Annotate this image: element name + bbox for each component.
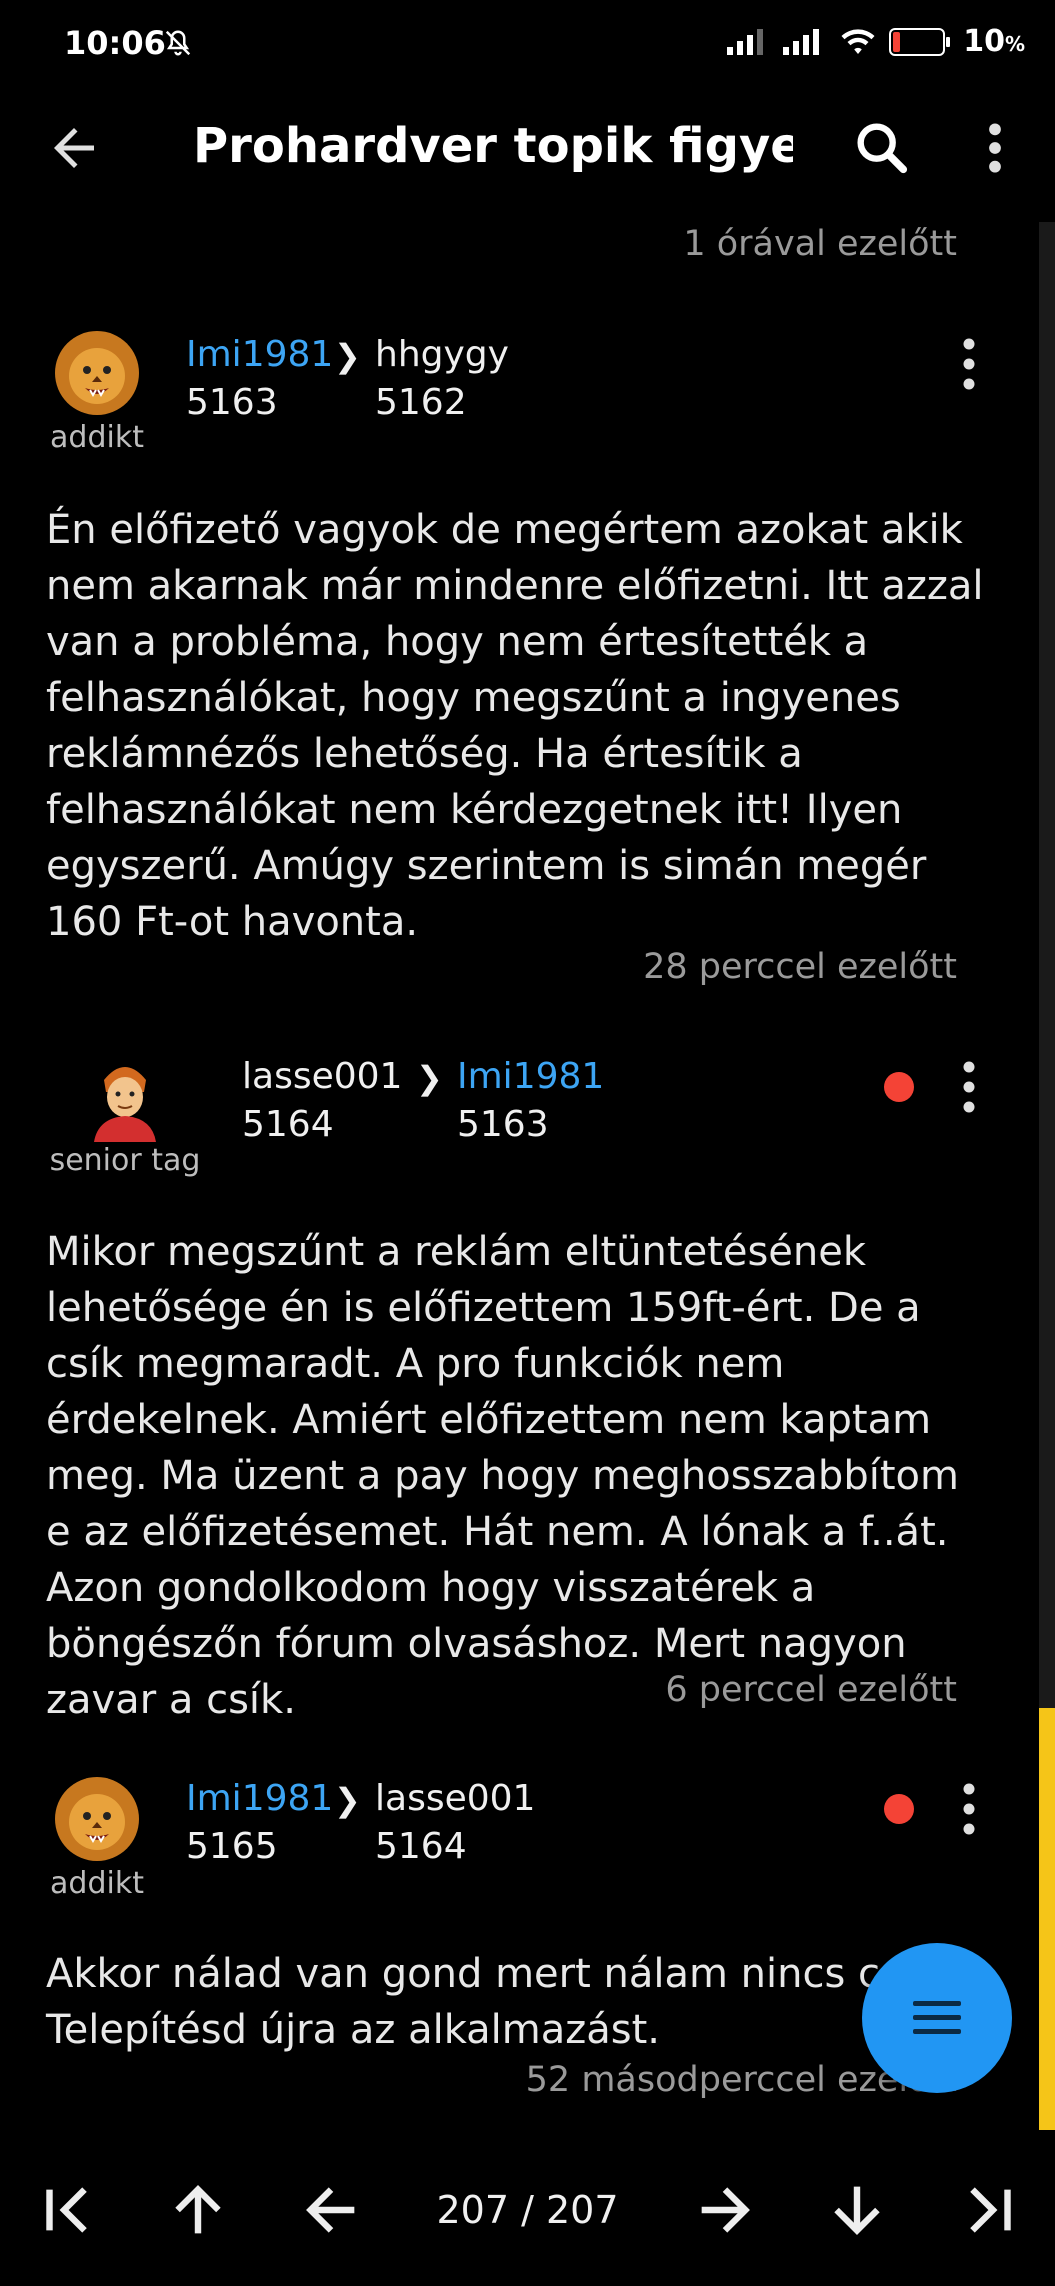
last-page-icon[interactable]	[955, 2175, 1025, 2245]
unread-indicator	[884, 1072, 914, 1102]
arrow-up-icon[interactable]	[163, 2175, 233, 2245]
status-time: 10:06	[64, 24, 166, 62]
search-icon[interactable]	[850, 116, 914, 180]
app-bar: Prohardver topik figyel...	[0, 90, 1055, 205]
reply-arrow-icon: ❯	[416, 1059, 443, 1097]
reply-arrow-icon: ❯	[334, 337, 361, 375]
signal-icon	[783, 28, 820, 55]
author-name[interactable]: Imi1981	[186, 1778, 333, 1819]
reply-to-name[interactable]: hhgygy	[375, 334, 509, 375]
author-rank: addikt	[50, 420, 144, 455]
post-number: 5163	[186, 382, 278, 423]
author-name[interactable]: lasse001	[242, 1056, 402, 1097]
reply-number[interactable]: 5162	[375, 382, 467, 423]
post-number: 5164	[242, 1104, 334, 1145]
post-menu-icon[interactable]	[954, 334, 984, 394]
reply-to-name[interactable]: Imi1981	[457, 1056, 604, 1097]
post-body: Én előfizető vagyok de megértem azokat a…	[46, 507, 984, 945]
reply-number[interactable]: 5164	[375, 1826, 467, 1867]
mute-bell-icon	[163, 28, 193, 62]
battery-value: 10	[963, 24, 1005, 59]
unread-indicator	[884, 1794, 914, 1824]
author-rank: addikt	[50, 1866, 144, 1901]
post-body: Akkor nálad van gond mert nálam nincs cs…	[46, 1951, 948, 2053]
battery-unit: %	[1004, 32, 1025, 56]
author-name[interactable]: Imi1981	[186, 334, 333, 375]
reply-arrow-icon: ❯	[334, 1781, 361, 1819]
page-title: Prohardver topik figyel...	[193, 118, 793, 174]
post-timestamp: 1 órával ezelőtt	[683, 224, 957, 264]
more-vert-icon[interactable]	[975, 116, 1015, 180]
lion-avatar-icon[interactable]	[52, 328, 142, 418]
menu-fab-button[interactable]	[862, 1943, 1012, 2093]
arrow-down-icon[interactable]	[822, 2175, 892, 2245]
signal-icon	[727, 28, 764, 55]
author-rank: senior tag	[49, 1143, 201, 1178]
wifi-icon	[841, 28, 875, 54]
first-page-icon[interactable]	[32, 2175, 102, 2245]
post-timestamp: 6 perccel ezelőtt	[665, 1670, 957, 1710]
post-number: 5165	[186, 1826, 278, 1867]
battery-percent: 10%	[963, 24, 1025, 59]
post-menu-icon[interactable]	[954, 1779, 984, 1839]
post-timestamp: 28 perccel ezelőtt	[643, 947, 957, 987]
status-bar: 10:06 10%	[0, 0, 1055, 90]
battery-icon	[889, 27, 951, 56]
post-body: Mikor megszűnt a reklám eltüntetésének l…	[46, 1229, 959, 1723]
menu-icon	[913, 2001, 961, 2034]
arrow-right-icon[interactable]	[690, 2175, 760, 2245]
post-menu-icon[interactable]	[954, 1057, 984, 1117]
page-indicator[interactable]: 207 / 207	[420, 2188, 635, 2232]
arrow-left-icon[interactable]	[296, 2175, 366, 2245]
reply-number[interactable]: 5163	[457, 1104, 549, 1145]
status-icons: 10%	[727, 24, 1025, 59]
user-avatar-icon[interactable]	[80, 1052, 170, 1142]
lion-avatar-icon[interactable]	[52, 1774, 142, 1864]
pager-bar: 207 / 207	[0, 2130, 1055, 2286]
back-arrow-icon[interactable]	[44, 118, 104, 178]
scrollbar-thumb[interactable]	[1039, 1708, 1055, 2138]
reply-to-name[interactable]: lasse001	[375, 1778, 535, 1819]
